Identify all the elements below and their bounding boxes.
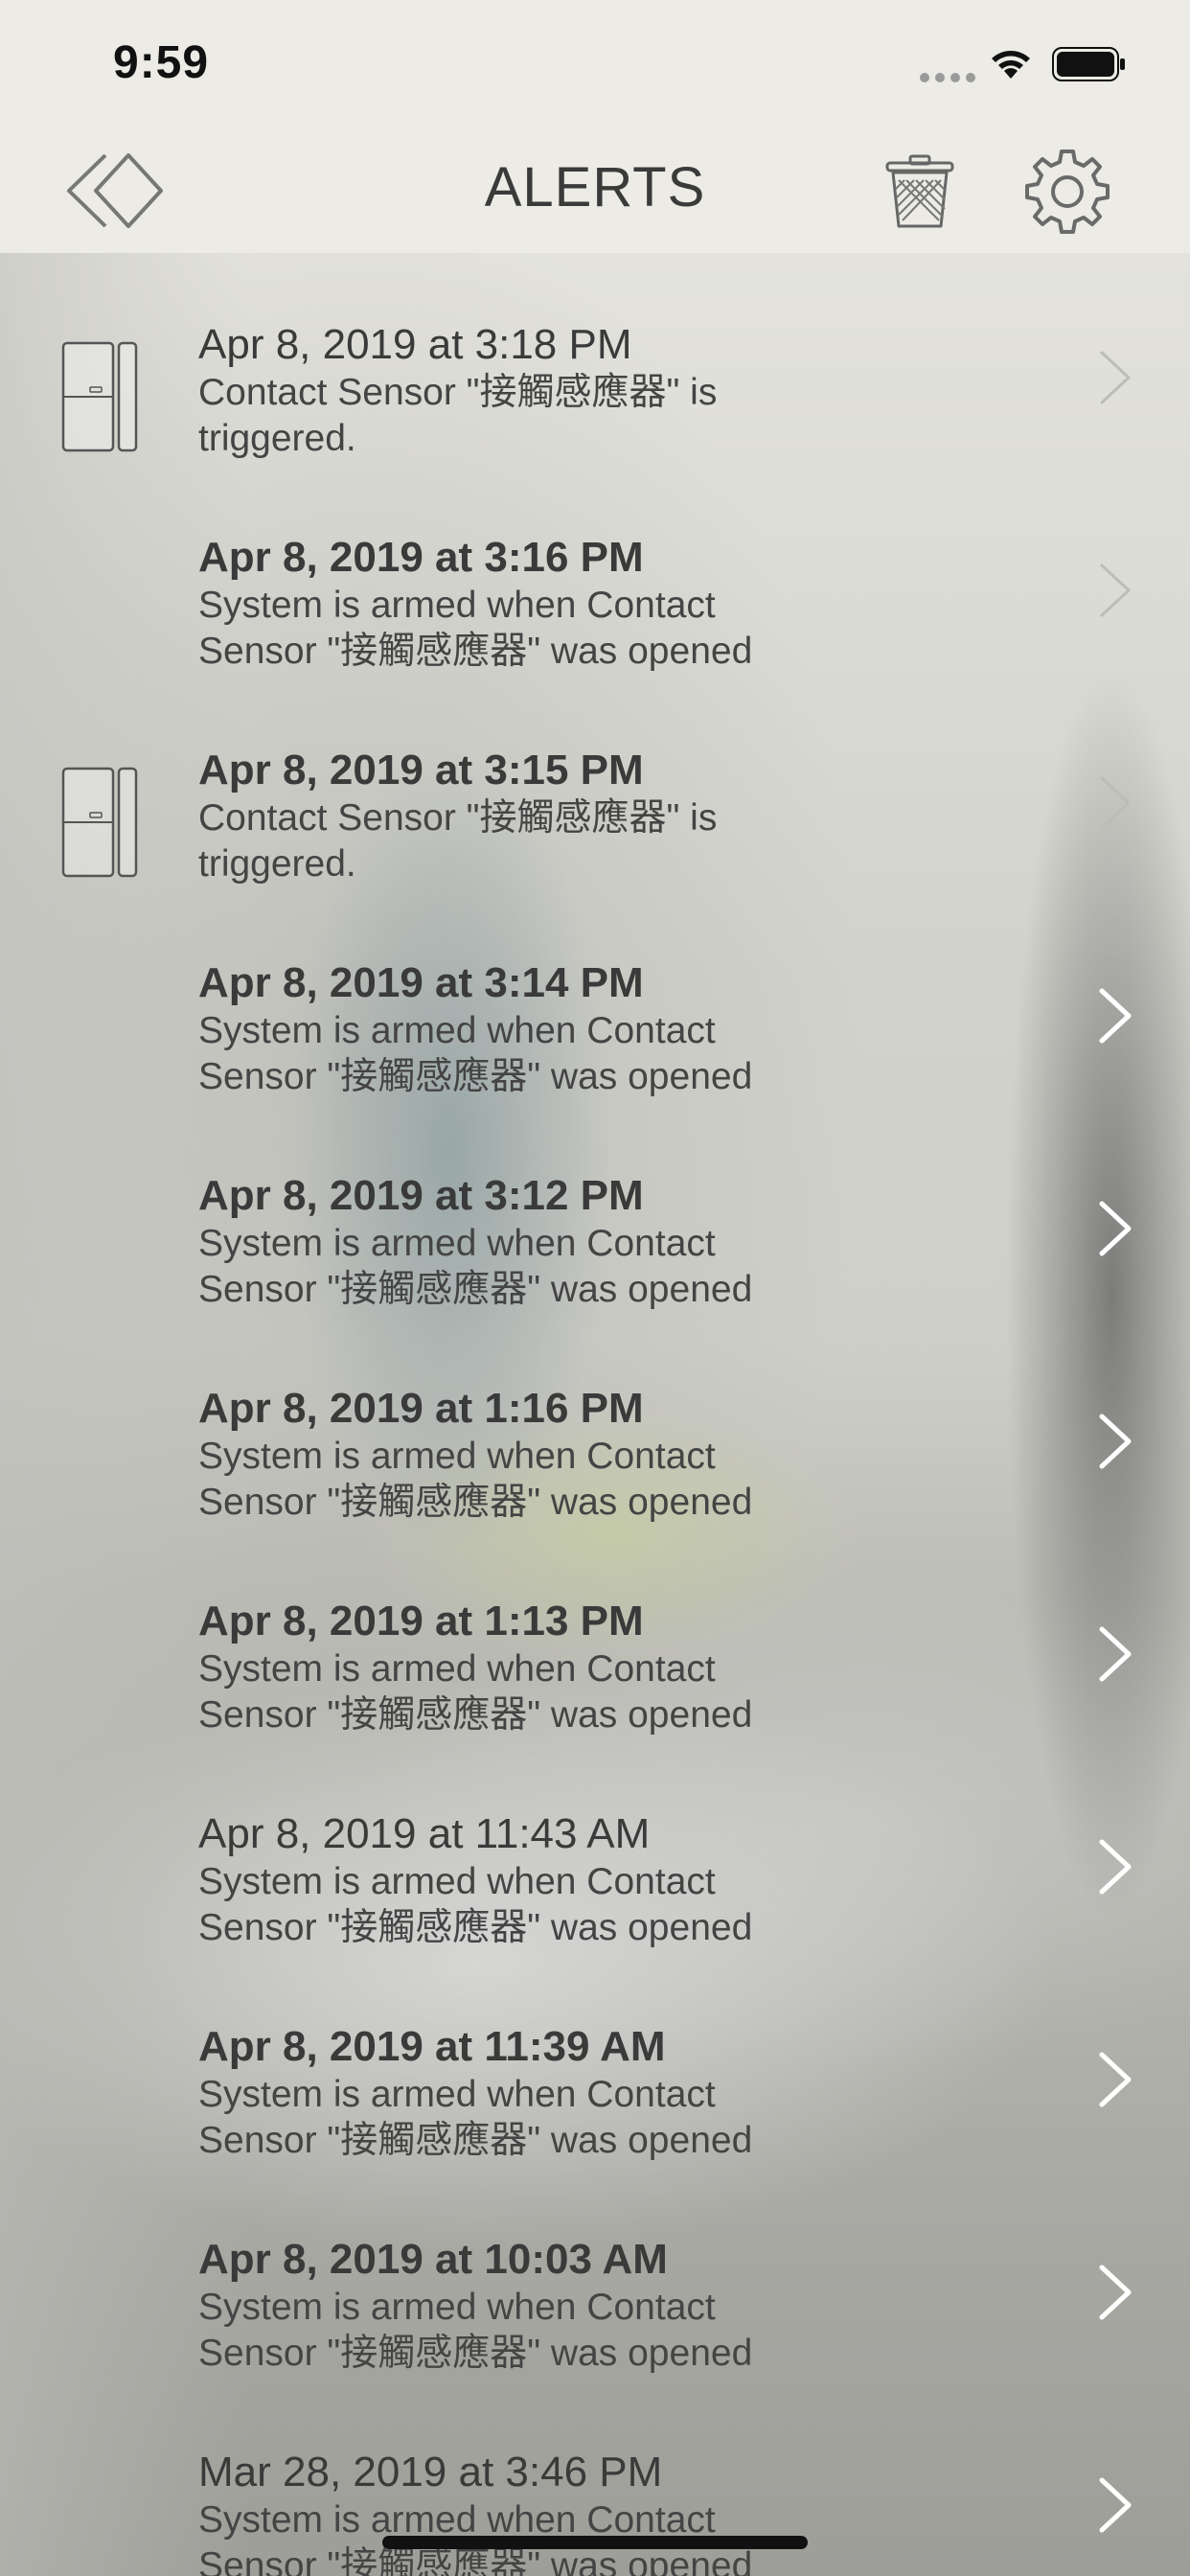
alert-row[interactable]: Apr 8, 2019 at 10:03 AM System is armed w…: [0, 2183, 1190, 2396]
alert-row[interactable]: Apr 8, 2019 at 3:14 PM System is armed wh…: [0, 907, 1190, 1119]
alert-message: System is armed when Contact Sensor "接觸感…: [198, 1648, 753, 1736]
chevron-right-icon[interactable]: [1098, 349, 1133, 406]
alert-message: System is armed when Contact Sensor "接觸感…: [198, 2074, 753, 2161]
alerts-list: Apr 8, 2019 at 3:18 PM Contact Sensor "接觸…: [0, 253, 1190, 2576]
contact-sensor-icon: [61, 341, 138, 452]
alert-text: Apr 8, 2019 at 3:15 PM Contact Sensor "接觸…: [198, 746, 1061, 887]
alert-message: System is armed when Contact Sensor "接觸感…: [198, 1436, 753, 1523]
alert-date: Apr 8, 2019 at 3:18 PM: [198, 321, 632, 368]
alert-date: Apr 8, 2019 at 11:39 AM: [198, 2023, 666, 2070]
chevron-right-icon[interactable]: [1098, 2476, 1133, 2534]
battery-icon: [1052, 47, 1125, 81]
alert-row[interactable]: Apr 8, 2019 at 3:16 PM System is armed wh…: [0, 481, 1190, 694]
navigation-bar: ALERTS: [0, 126, 1190, 253]
alert-row[interactable]: Apr 8, 2019 at 3:18 PM Contact Sensor "接觸…: [0, 268, 1190, 481]
alert-text: Apr 8, 2019 at 11:39 AM System is armed w…: [198, 2022, 1061, 2164]
alert-message: System is armed when Contact Sensor "接觸感…: [198, 1223, 753, 1310]
alert-date: Mar 28, 2019 at 3:46 PM: [198, 2449, 663, 2496]
alert-date: Apr 8, 2019 at 1:16 PM: [198, 1385, 644, 1432]
status-time: 9:59: [113, 37, 210, 88]
chevron-right-icon[interactable]: [1098, 1838, 1133, 1896]
trash-icon[interactable]: [881, 153, 958, 230]
cellular-signal-icon: [920, 73, 975, 82]
alert-text: Apr 8, 2019 at 10:03 AM System is armed w…: [198, 2235, 1061, 2377]
alert-row[interactable]: Apr 8, 2019 at 3:15 PM Contact Sensor "接觸…: [0, 694, 1190, 907]
chevron-right-icon[interactable]: [1098, 2051, 1133, 2108]
alert-message: System is armed when Contact Sensor "接觸感…: [198, 585, 753, 672]
chevron-right-icon[interactable]: [1098, 987, 1133, 1045]
alert-date: Apr 8, 2019 at 10:03 AM: [198, 2236, 668, 2283]
alert-text: Mar 28, 2019 at 3:46 PM System is armed w…: [198, 2448, 1061, 2576]
alert-message: System is armed when Contact Sensor "接觸感…: [198, 1861, 753, 1948]
alert-text: Apr 8, 2019 at 3:14 PM System is armed wh…: [198, 958, 1061, 1100]
chevron-right-icon[interactable]: [1098, 1625, 1133, 1683]
alert-text: Apr 8, 2019 at 3:16 PM System is armed wh…: [198, 533, 1061, 675]
alert-message: System is armed when Contact Sensor "接觸感…: [198, 2287, 753, 2374]
alert-date: Apr 8, 2019 at 3:14 PM: [198, 959, 644, 1006]
wifi-icon: [992, 51, 1030, 79]
alert-date: Apr 8, 2019 at 3:16 PM: [198, 534, 644, 581]
chevron-right-icon[interactable]: [1098, 2264, 1133, 2321]
chevron-right-icon[interactable]: [1098, 774, 1133, 832]
alert-text: Apr 8, 2019 at 3:12 PM System is armed wh…: [198, 1171, 1061, 1313]
alert-date: Apr 8, 2019 at 11:43 AM: [198, 1810, 651, 1857]
alert-row[interactable]: Apr 8, 2019 at 11:43 AM System is armed w…: [0, 1758, 1190, 1970]
alert-message: Contact Sensor "接觸感應器" is triggered.: [198, 372, 718, 459]
alert-row[interactable]: Apr 8, 2019 at 3:12 PM System is armed wh…: [0, 1119, 1190, 1332]
alert-text: Apr 8, 2019 at 11:43 AM System is armed w…: [198, 1809, 1061, 1951]
settings-gear-icon[interactable]: [1021, 146, 1113, 238]
alert-text: Apr 8, 2019 at 1:16 PM System is armed wh…: [198, 1384, 1061, 1526]
alert-text: Apr 8, 2019 at 3:18 PM Contact Sensor "接觸…: [198, 320, 1061, 462]
alert-date: Apr 8, 2019 at 1:13 PM: [198, 1598, 644, 1644]
chevron-right-icon[interactable]: [1098, 1413, 1133, 1470]
alert-row[interactable]: Apr 8, 2019 at 11:39 AM System is armed w…: [0, 1970, 1190, 2183]
alert-date: Apr 8, 2019 at 3:12 PM: [198, 1172, 644, 1219]
chevron-right-icon[interactable]: [1098, 1200, 1133, 1257]
alert-date: Apr 8, 2019 at 3:15 PM: [198, 747, 644, 794]
contact-sensor-icon: [61, 767, 138, 878]
alert-row[interactable]: Apr 8, 2019 at 1:13 PM System is armed wh…: [0, 1545, 1190, 1758]
chevron-right-icon[interactable]: [1098, 562, 1133, 619]
alert-message: System is armed when Contact Sensor "接觸感…: [198, 1010, 753, 1097]
alert-row[interactable]: Apr 8, 2019 at 1:16 PM System is armed wh…: [0, 1332, 1190, 1545]
alert-text: Apr 8, 2019 at 1:13 PM System is armed wh…: [198, 1597, 1061, 1738]
page-title: ALERTS: [484, 156, 706, 218]
home-indicator[interactable]: [382, 2536, 808, 2549]
alert-message: Contact Sensor "接觸感應器" is triggered.: [198, 797, 718, 885]
status-bar: 9:59: [0, 0, 1190, 126]
